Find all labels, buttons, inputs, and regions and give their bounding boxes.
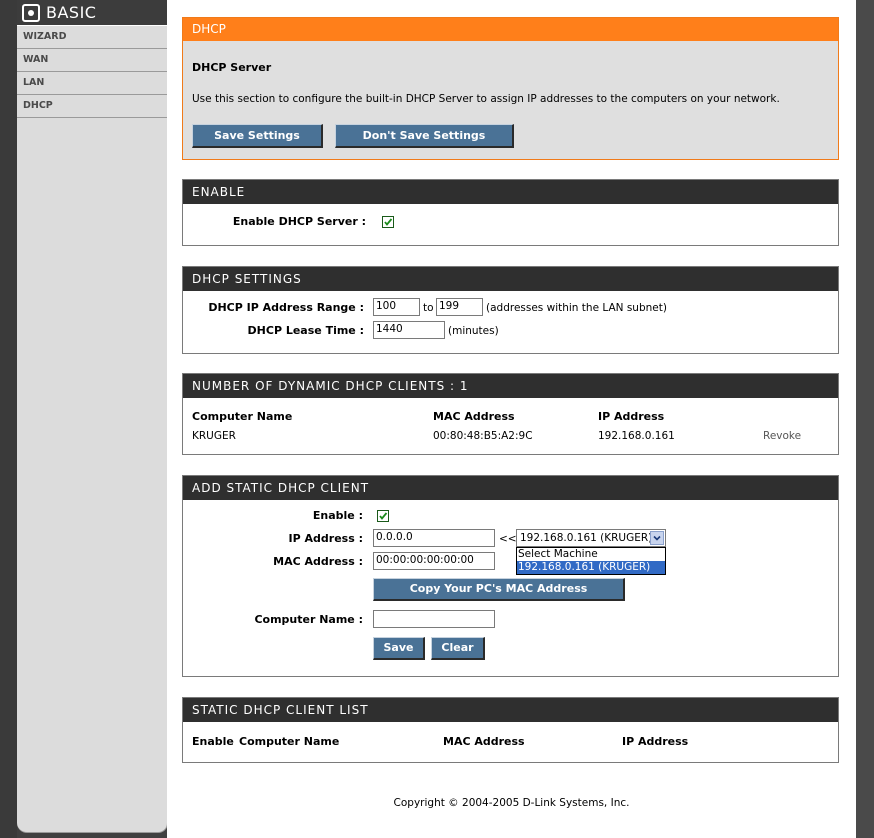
- copy-ip-arrow: <<: [499, 533, 517, 545]
- dynamic-clients-panel: NUMBER OF DYNAMIC DHCP CLIENTS : 1 Compu…: [182, 373, 839, 455]
- enable-dhcp-checkbox[interactable]: [382, 216, 394, 228]
- sidebar-header: BASIC: [17, 0, 167, 26]
- ip-range-label: DHCP IP Address Range :: [208, 301, 364, 314]
- machine-option-selected[interactable]: 192.168.0.161 (KRUGER): [517, 561, 665, 574]
- client-row-ip: 192.168.0.161: [598, 430, 675, 442]
- column-header-static-computer-name: Computer Name: [239, 735, 340, 748]
- ip-range-start-input[interactable]: 100: [373, 298, 420, 316]
- static-ip-label: IP Address :: [288, 532, 363, 545]
- ip-range-note: (addresses within the LAN subnet): [486, 302, 667, 314]
- enable-panel: ENABLE Enable DHCP Server :: [182, 179, 839, 246]
- sidebar-item-wizard[interactable]: WIZARD: [17, 26, 167, 49]
- basic-section-icon: [22, 3, 40, 22]
- sidebar-item-wan[interactable]: WAN: [17, 49, 167, 72]
- column-header-ip-address: IP Address: [598, 410, 665, 423]
- sidebar-title: BASIC: [46, 3, 97, 22]
- machine-option[interactable]: Select Machine: [517, 548, 665, 561]
- lease-time-input[interactable]: 1440: [373, 321, 445, 339]
- dhcp-settings-panel: DHCP SETTINGS DHCP IP Address Range : 10…: [182, 266, 839, 354]
- dynamic-clients-header: NUMBER OF DYNAMIC DHCP CLIENTS : 1: [183, 374, 838, 398]
- left-edge: [0, 0, 17, 838]
- column-header-mac-address: MAC Address: [433, 410, 515, 423]
- column-header-static-mac-address: MAC Address: [443, 735, 525, 748]
- column-header-computer-name: Computer Name: [192, 410, 293, 423]
- static-enable-checkbox[interactable]: [377, 510, 389, 522]
- static-enable-label: Enable :: [312, 509, 363, 522]
- save-settings-button[interactable]: Save Settings: [192, 124, 323, 148]
- computer-name-input[interactable]: [373, 610, 495, 628]
- add-static-client-panel: ADD STATIC DHCP CLIENT Enable : IP Addre…: [182, 475, 839, 677]
- computer-name-label: Computer Name :: [254, 613, 363, 626]
- static-client-list-header: STATIC DHCP CLIENT LIST: [183, 698, 838, 722]
- enable-dhcp-label: Enable DHCP Server :: [232, 215, 366, 228]
- static-mac-input[interactable]: 00:00:00:00:00:00: [373, 552, 495, 570]
- dhcp-settings-header: DHCP SETTINGS: [183, 267, 838, 291]
- sidebar-item-dhcp[interactable]: DHCP: [17, 95, 167, 118]
- add-static-client-header: ADD STATIC DHCP CLIENT: [183, 476, 838, 500]
- lease-time-label: DHCP Lease Time :: [247, 324, 364, 337]
- ip-range-end-input[interactable]: 199: [436, 298, 483, 316]
- copyright-footer: Copyright © 2004-2005 D-Link Systems, In…: [393, 797, 630, 809]
- sidebar: BASIC WIZARD WAN LAN DHCP: [17, 0, 168, 833]
- machine-select[interactable]: 192.168.0.161 (KRUGER): [516, 529, 666, 547]
- main-content: DHCP DHCP Server Use this section to con…: [167, 0, 856, 838]
- dhcp-intro-panel: DHCP DHCP Server Use this section to con…: [182, 17, 839, 160]
- client-row-name: KRUGER: [192, 430, 236, 442]
- right-edge: [856, 0, 874, 838]
- client-row-mac: 00:80:48:B5:A2:9C: [433, 430, 533, 442]
- static-clear-button[interactable]: Clear: [431, 637, 485, 660]
- copy-mac-button[interactable]: Copy Your PC's MAC Address: [373, 578, 625, 601]
- dont-save-settings-button[interactable]: Don't Save Settings: [335, 124, 514, 148]
- chevron-down-icon[interactable]: [650, 531, 664, 545]
- ip-range-to-text: to: [423, 302, 434, 314]
- column-header-enable: Enable: [192, 735, 234, 748]
- static-save-button[interactable]: Save: [373, 637, 425, 660]
- machine-select-value: 192.168.0.161 (KRUGER): [520, 532, 653, 544]
- dhcp-description: Use this section to configure the built-…: [192, 93, 780, 105]
- static-mac-label: MAC Address :: [273, 555, 363, 568]
- static-client-list-panel: STATIC DHCP CLIENT LIST Enable Computer …: [182, 697, 839, 763]
- machine-dropdown-list[interactable]: Select Machine 192.168.0.161 (KRUGER): [516, 547, 666, 575]
- lease-time-unit: (minutes): [448, 325, 499, 337]
- sidebar-item-lan[interactable]: LAN: [17, 72, 167, 95]
- dhcp-server-subtitle: DHCP Server: [192, 61, 272, 74]
- enable-panel-header: ENABLE: [183, 180, 838, 204]
- static-ip-input[interactable]: 0.0.0.0: [373, 529, 495, 547]
- dhcp-panel-header: DHCP: [183, 18, 838, 41]
- revoke-link[interactable]: Revoke: [763, 430, 801, 442]
- column-header-static-ip-address: IP Address: [622, 735, 689, 748]
